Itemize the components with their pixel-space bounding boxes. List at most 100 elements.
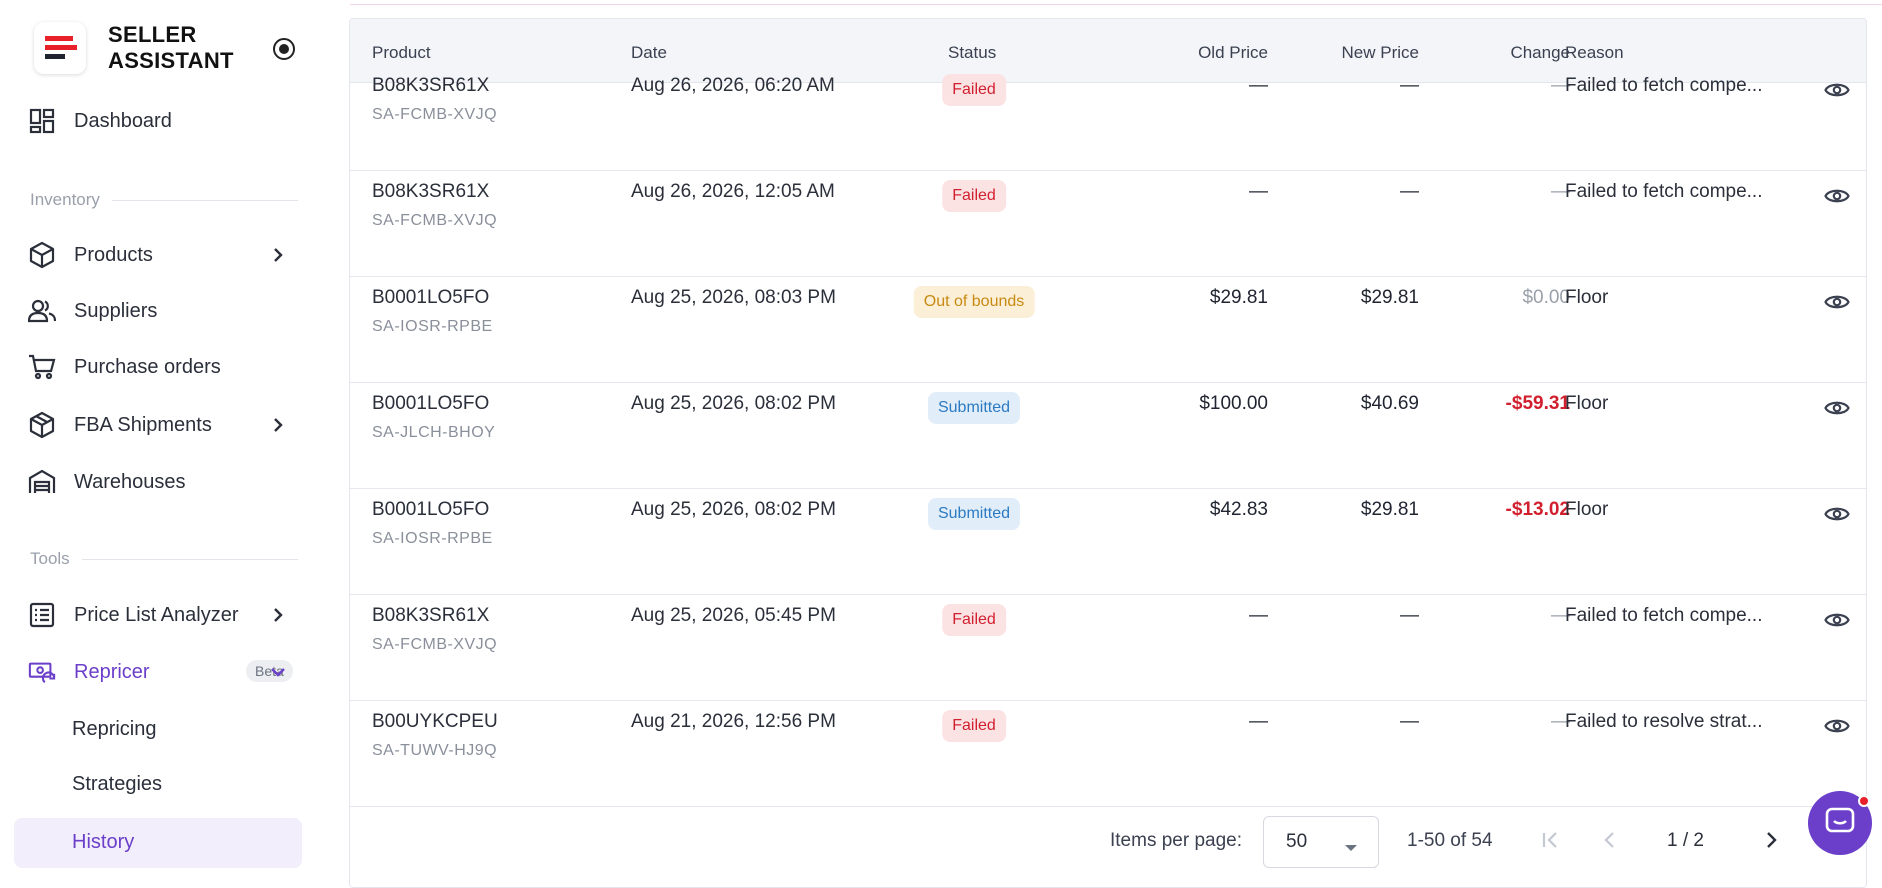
- sidebar-item-label: Price List Analyzer: [74, 603, 239, 626]
- sidebar-item-label: Purchase orders: [74, 355, 221, 378]
- sidebar-item-dashboard[interactable]: Dashboard: [28, 101, 298, 141]
- status-badge: Out of bounds: [913, 286, 1035, 318]
- old-price: $29.81: [1209, 287, 1268, 308]
- view-details-icon[interactable]: [1824, 717, 1850, 735]
- table-row[interactable]: B08K3SR61X SA-FCMB-XVJQ Aug 26, 2026, 12…: [350, 171, 1866, 277]
- chat-launcher-button[interactable]: [1808, 791, 1872, 855]
- view-details-icon[interactable]: [1824, 81, 1850, 99]
- product-asin[interactable]: B00UYKCPEU: [372, 711, 498, 733]
- product-sku: SA-TUWV-HJ9Q: [372, 742, 498, 759]
- table-row[interactable]: B00UYKCPEU SA-TUWV-HJ9Q Aug 21, 2026, 12…: [350, 701, 1866, 807]
- pin-sidebar-icon[interactable]: [273, 38, 295, 60]
- row-date: Aug 25, 2026, 08:02 PM: [631, 499, 836, 520]
- sidebar-item-label: Products: [74, 243, 153, 266]
- users-icon: [28, 297, 56, 325]
- product-asin[interactable]: B08K3SR61X: [372, 75, 489, 97]
- row-date: Aug 25, 2026, 05:45 PM: [631, 605, 836, 626]
- old-price: —: [1249, 181, 1268, 202]
- table-row[interactable]: B0001LO5FO SA-IOSR-RPBE Aug 25, 2026, 08…: [350, 489, 1866, 595]
- cart-icon: [28, 353, 56, 381]
- sidebar-item-suppliers[interactable]: Suppliers: [28, 291, 298, 331]
- view-details-icon[interactable]: [1824, 293, 1850, 311]
- product-asin[interactable]: B0001LO5FO: [372, 393, 489, 415]
- table-row[interactable]: B08K3SR61X SA-FCMB-XVJQ Aug 25, 2026, 05…: [350, 595, 1866, 701]
- first-page-icon[interactable]: [1541, 830, 1561, 855]
- chevron-down-icon: [266, 660, 290, 684]
- view-details-icon[interactable]: [1824, 187, 1850, 205]
- row-reason: Failed to fetch compe...: [1565, 605, 1763, 626]
- section-tools: Tools: [30, 549, 298, 569]
- product-asin[interactable]: B0001LO5FO: [372, 287, 489, 309]
- new-price: $29.81: [1360, 287, 1419, 308]
- new-price: $29.81: [1360, 499, 1419, 520]
- status-badge: Failed: [942, 604, 1006, 636]
- product-sku: SA-IOSR-RPBE: [372, 318, 493, 335]
- row-reason: Floor: [1565, 393, 1609, 414]
- next-page-icon[interactable]: [1765, 830, 1779, 855]
- status-badge: Submitted: [927, 498, 1021, 530]
- status-badge: Failed: [942, 180, 1006, 212]
- logo-icon: [34, 22, 86, 74]
- section-inventory: Inventory: [30, 190, 298, 210]
- sidebar-item-warehouses[interactable]: Warehouses: [28, 462, 298, 502]
- row-reason: Floor: [1565, 287, 1609, 308]
- row-date: Aug 26, 2026, 12:05 AM: [631, 181, 835, 202]
- product-sku: SA-FCMB-XVJQ: [372, 106, 498, 123]
- column-header-status[interactable]: Status: [948, 43, 996, 63]
- pagination: Items per page: 50 1-50 of 54 1 / 2: [350, 806, 1866, 876]
- sidebar-item-repricer[interactable]: Repricer Beta: [28, 652, 298, 692]
- table-row[interactable]: B08K3SR61X SA-FCMB-XVJQ Aug 26, 2026, 06…: [350, 65, 1866, 171]
- row-date: Aug 21, 2026, 12:56 PM: [631, 711, 836, 732]
- price-change: —: [1551, 605, 1570, 626]
- product-asin[interactable]: B0001LO5FO: [372, 499, 489, 521]
- table-row[interactable]: B0001LO5FO SA-JLCH-BHOY Aug 25, 2026, 08…: [350, 383, 1866, 489]
- sidebar-item-price-list-analyzer[interactable]: Price List Analyzer: [28, 595, 298, 635]
- row-reason: Floor: [1565, 499, 1609, 520]
- sidebar-subitem-strategies[interactable]: Strategies: [72, 773, 162, 796]
- package-icon: [28, 411, 56, 439]
- row-reason: Failed to fetch compe...: [1565, 75, 1763, 96]
- old-price: $100.00: [1199, 393, 1268, 414]
- column-header-date[interactable]: Date: [631, 43, 667, 63]
- column-header-old-price[interactable]: Old Price: [1148, 43, 1268, 63]
- sidebar-item-purchase-orders[interactable]: Purchase orders: [28, 347, 298, 387]
- sidebar-subitem-repricing[interactable]: Repricing: [72, 718, 156, 741]
- price-change: —: [1551, 181, 1570, 202]
- sidebar-item-fba-shipments[interactable]: FBA Shipments: [28, 405, 298, 445]
- chat-icon: [1824, 806, 1856, 841]
- product-sku: SA-FCMB-XVJQ: [372, 212, 498, 229]
- items-per-page-value: 50: [1286, 831, 1308, 852]
- sidebar-item-products[interactable]: Products: [28, 235, 298, 275]
- view-details-icon[interactable]: [1824, 505, 1850, 523]
- items-per-page-select[interactable]: 50: [1263, 816, 1379, 868]
- price-change: -$13.02: [1505, 499, 1570, 520]
- column-header-reason[interactable]: Reason: [1565, 43, 1624, 63]
- sidebar-subitem-history[interactable]: History: [72, 831, 134, 854]
- old-price: —: [1249, 605, 1268, 626]
- history-table-card: Product Date Status Old Price New Price …: [349, 18, 1867, 888]
- column-header-change[interactable]: Change: [1450, 43, 1570, 63]
- previous-page-icon[interactable]: [1602, 830, 1616, 855]
- table-row[interactable]: B0001LO5FO SA-IOSR-RPBE Aug 25, 2026, 08…: [350, 277, 1866, 383]
- new-price: $40.69: [1360, 393, 1419, 414]
- row-date: Aug 25, 2026, 08:03 PM: [631, 287, 836, 308]
- row-reason: Failed to resolve strat...: [1565, 711, 1763, 732]
- view-details-icon[interactable]: [1824, 399, 1850, 417]
- column-header-new-price[interactable]: New Price: [1299, 43, 1419, 63]
- items-per-page-label: Items per page:: [1110, 830, 1243, 851]
- status-badge: Failed: [942, 710, 1006, 742]
- brand-name: SELLER ASSISTANT: [108, 22, 234, 73]
- status-badge: Failed: [942, 74, 1006, 106]
- product-asin[interactable]: B08K3SR61X: [372, 605, 489, 627]
- brand[interactable]: SELLER ASSISTANT: [34, 22, 268, 74]
- sidebar-item-label: Suppliers: [74, 299, 158, 322]
- view-details-icon[interactable]: [1824, 611, 1850, 629]
- new-price: —: [1400, 711, 1419, 732]
- sidebar-item-label: Warehouses: [74, 470, 186, 493]
- chevron-right-icon: [266, 413, 290, 437]
- product-asin[interactable]: B08K3SR61X: [372, 181, 489, 203]
- section-label: Tools: [30, 549, 70, 568]
- old-price: $42.83: [1209, 499, 1268, 520]
- list-icon: [28, 601, 56, 629]
- column-header-product[interactable]: Product: [372, 43, 431, 63]
